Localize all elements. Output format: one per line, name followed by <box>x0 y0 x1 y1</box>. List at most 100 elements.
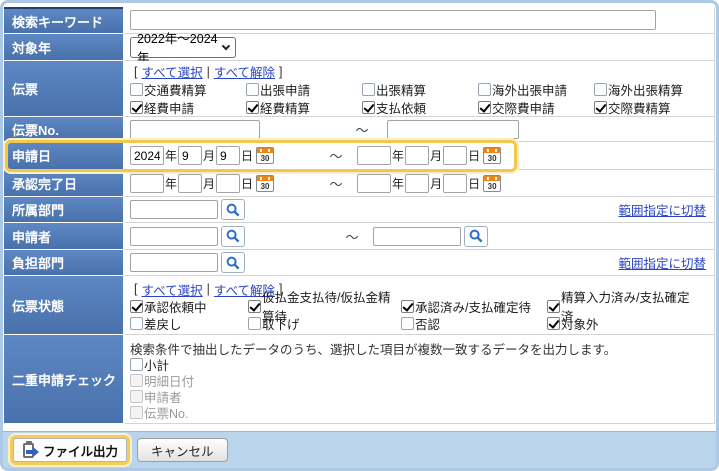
slip-status-option: 対象外 <box>547 314 697 333</box>
application-date-from-day-input[interactable] <box>216 146 241 165</box>
row-approval-complete-date: 承認完了日 年 月 日 30 ～ 年 月 日 30 <box>4 170 715 197</box>
tilde: ～ <box>329 176 343 192</box>
file-export-label: ファイル出力 <box>43 444 119 459</box>
department-input[interactable] <box>130 200 218 219</box>
checkbox-label: 出張精算 <box>376 83 427 98</box>
duplicate-check-option: 伝票No. <box>130 405 194 421</box>
checkbox <box>130 390 143 403</box>
checkbox-label: 支払依頼 <box>376 101 427 116</box>
calendar-icon[interactable]: 30 <box>483 174 502 192</box>
checkbox[interactable] <box>478 100 491 114</box>
checkbox[interactable] <box>130 358 143 371</box>
duplicate-check-description: 検索条件で抽出したデータのうち、選択した項目が複数一致するデータを出力します。 <box>130 342 617 357</box>
row-applicant: 申請者 ～ <box>4 223 715 250</box>
checkbox[interactable] <box>246 82 259 96</box>
checkbox[interactable] <box>594 82 607 96</box>
year-unit: 年 <box>392 149 405 163</box>
approval-date-to-year-input[interactable] <box>357 173 392 193</box>
search-icon[interactable] <box>221 199 245 220</box>
approval-date-to-day-input[interactable] <box>443 173 468 193</box>
slip-number-label: 伝票No. <box>4 117 123 142</box>
cost-department-input[interactable] <box>130 253 218 272</box>
checkbox[interactable] <box>248 299 261 313</box>
checkbox[interactable] <box>547 299 560 313</box>
tilde: ～ <box>329 149 343 164</box>
keyword-input[interactable] <box>130 10 656 30</box>
checkbox-label: 海外出張精算 <box>608 83 684 98</box>
row-slip-status: 伝票状態 [ すべて選択 | すべて解除 ] 承認依頼中 仮払金支払待/仮払金精… <box>4 276 715 335</box>
application-date-to-year-input[interactable] <box>357 146 392 165</box>
application-date-to-day-input[interactable] <box>443 146 468 165</box>
separator: | <box>206 64 210 79</box>
month-unit: 月 <box>430 149 443 163</box>
checkbox <box>130 374 143 387</box>
slip-type-option: 交通費精算 <box>130 80 246 99</box>
tilde: ～ <box>345 229 359 245</box>
slip-type-option: 交際費申請 <box>478 98 594 117</box>
checkbox[interactable] <box>130 316 143 330</box>
slip-type-label: 伝票 <box>4 61 123 117</box>
slip-type-option: 海外出張申請 <box>478 80 594 99</box>
approval-date-to-month-input[interactable] <box>405 173 430 193</box>
slip-select-all-link[interactable]: すべて選択 <box>141 62 202 81</box>
month-unit: 月 <box>430 176 443 191</box>
checkbox[interactable] <box>130 82 143 96</box>
row-application-date: 申請日 年 月 日 30 ～ 年 月 日 30 <box>4 142 715 170</box>
file-export-button[interactable]: ファイル出力 <box>13 438 128 462</box>
slip-status-option: 取下げ <box>248 314 401 333</box>
checkbox[interactable] <box>478 82 491 96</box>
application-date-label: 申請日 <box>4 142 123 170</box>
calendar-icon[interactable]: 30 <box>256 147 275 164</box>
tilde: ～ <box>355 122 369 138</box>
approval-date-from-year-input[interactable] <box>130 173 164 193</box>
slip-status-label: 伝票状態 <box>4 276 123 335</box>
checkbox[interactable] <box>130 100 143 114</box>
search-icon[interactable] <box>221 225 245 247</box>
checkbox[interactable] <box>248 316 261 330</box>
bracket: [ <box>134 64 138 79</box>
application-date-from-month-input[interactable] <box>178 146 203 165</box>
checkbox[interactable] <box>362 100 375 114</box>
approval-complete-date-label: 承認完了日 <box>4 170 123 197</box>
year-unit: 年 <box>165 149 178 163</box>
checkbox[interactable] <box>362 82 375 96</box>
slip-number-from-input[interactable] <box>130 119 260 139</box>
application-date-to-month-input[interactable] <box>405 146 430 165</box>
search-criteria-table: 検索キーワード 対象年 2022年～2024年 伝票 [ すべて選択 | すべて… <box>4 7 715 424</box>
checkbox[interactable] <box>401 316 414 330</box>
applicant-label: 申請者 <box>4 223 123 250</box>
cancel-button[interactable]: キャンセル <box>137 438 228 462</box>
checkbox-label: 交通費精算 <box>144 83 207 98</box>
checkbox-label: 取下げ <box>262 317 300 332</box>
applicant-from-input[interactable] <box>130 226 218 246</box>
calendar-icon[interactable]: 30 <box>483 147 502 164</box>
search-icon[interactable] <box>464 225 488 247</box>
checkbox[interactable] <box>246 100 259 114</box>
row-duplicate-check: 二重申請チェック 検索条件で抽出したデータのうち、選択した項目が複数一致するデー… <box>4 335 715 424</box>
year-unit: 年 <box>392 176 405 191</box>
slip-type-option: 出張精算 <box>362 80 478 99</box>
target-year-select[interactable]: 2022年～2024年 <box>130 32 236 65</box>
slip-deselect-all-link[interactable]: すべて解除 <box>214 62 275 81</box>
slip-type-option: 海外出張精算 <box>594 80 710 99</box>
bracket: ] <box>279 64 283 79</box>
department-range-link[interactable]: 範囲指定に切替 <box>618 200 706 219</box>
search-icon[interactable] <box>221 252 245 273</box>
applicant-to-input[interactable] <box>373 226 461 246</box>
footer-bar: ファイル出力 キャンセル <box>3 431 716 468</box>
month-unit: 月 <box>203 176 216 191</box>
slip-status-option: 差戻し <box>130 314 248 333</box>
slip-number-to-input[interactable] <box>387 119 519 139</box>
application-date-from-year-input[interactable] <box>130 146 164 165</box>
day-unit: 日 <box>468 149 481 163</box>
year-unit: 年 <box>165 176 178 191</box>
keyword-label: 検索キーワード <box>4 7 123 34</box>
checkbox[interactable] <box>130 299 143 313</box>
cost-department-range-link[interactable]: 範囲指定に切替 <box>618 253 706 272</box>
approval-date-from-day-input[interactable] <box>216 173 241 193</box>
checkbox[interactable] <box>594 100 607 114</box>
calendar-icon[interactable]: 30 <box>256 174 275 192</box>
checkbox[interactable] <box>547 316 560 330</box>
approval-date-from-month-input[interactable] <box>178 173 203 193</box>
checkbox[interactable] <box>401 299 414 313</box>
